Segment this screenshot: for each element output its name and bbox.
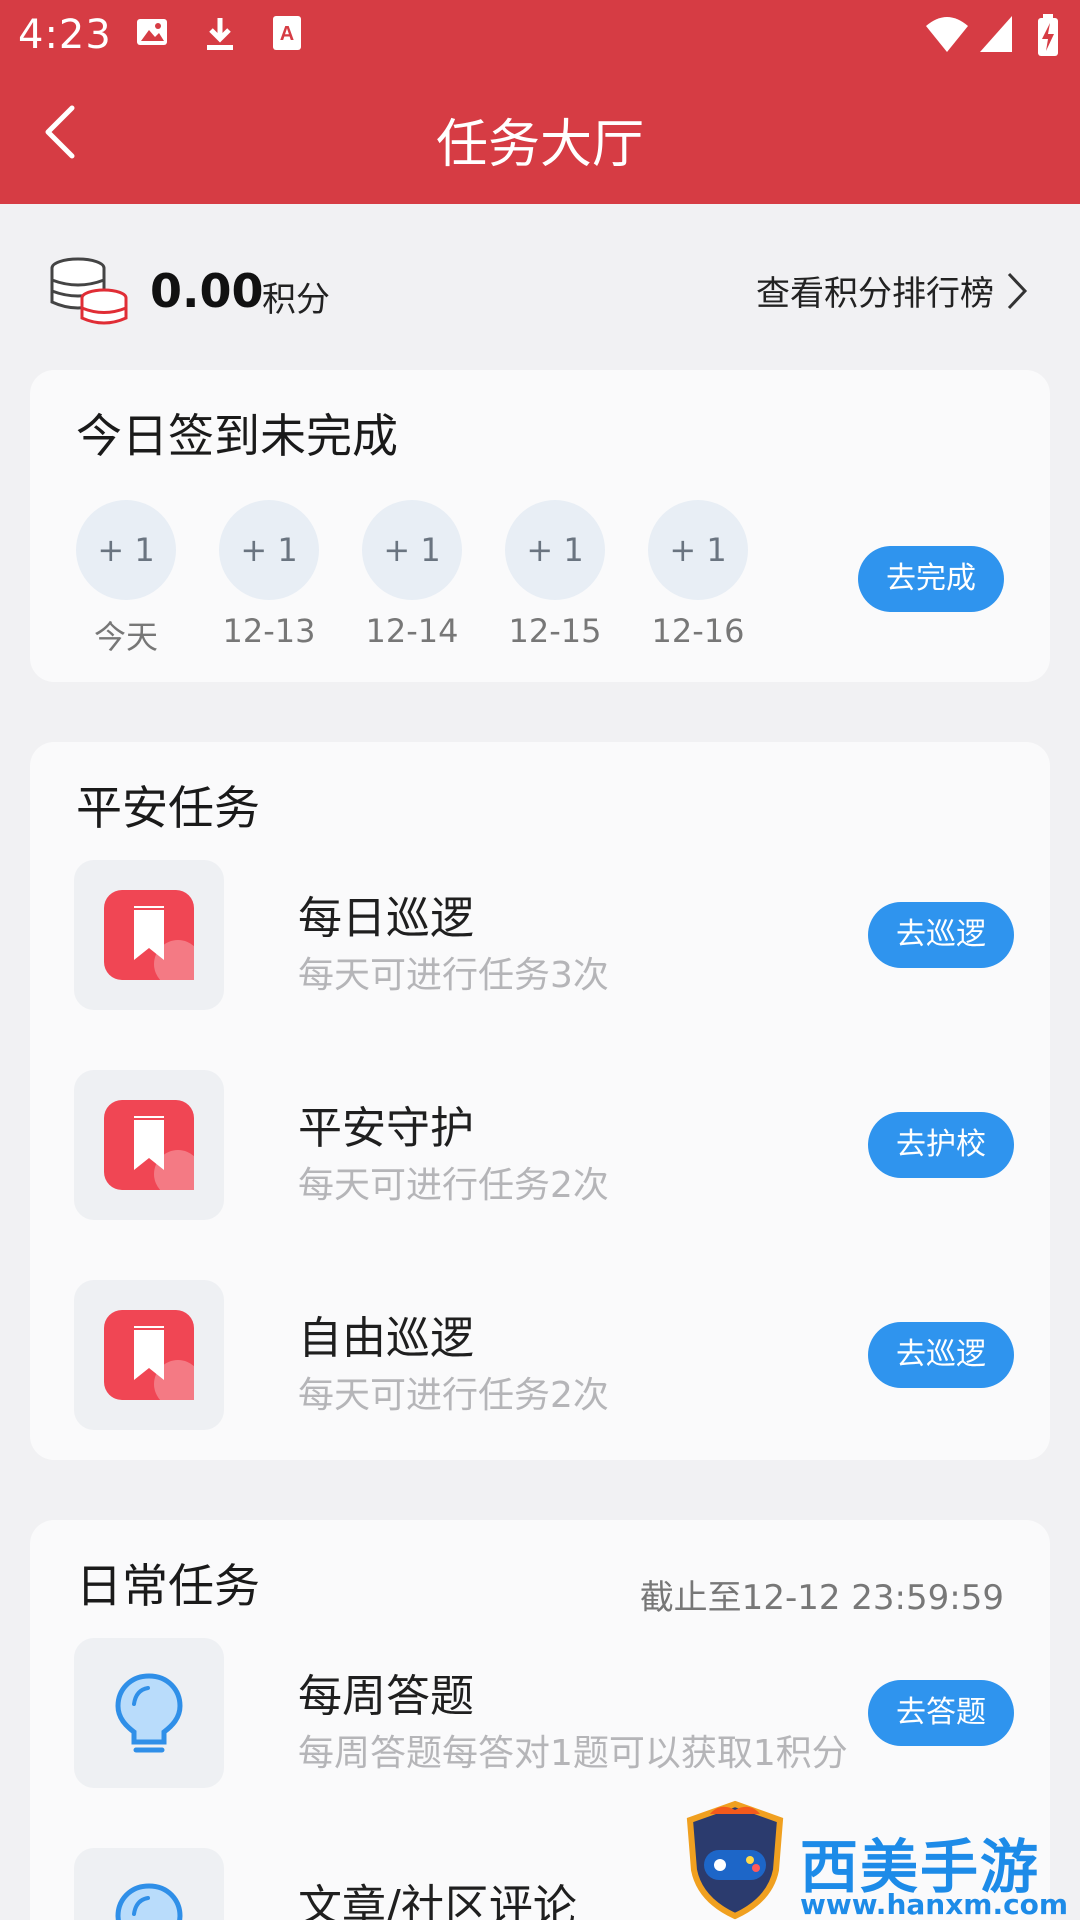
signal-icon [978, 14, 1018, 54]
checkin-day: + 1 12-16 [648, 500, 748, 650]
checkin-card: 今日签到未完成 + 1 今天 + 1 12-13 + 1 12-14 + 1 1… [30, 370, 1050, 682]
task-action-button[interactable]: 去巡逻 [868, 1322, 1014, 1388]
safety-tasks-card: 平安任务 每日巡逻 每天可进行任务3次 去巡逻 平安守护 每天可进行任务2次 去… [30, 742, 1050, 1460]
task-action-button[interactable]: 去巡逻 [868, 902, 1014, 968]
checkin-date: 今天 [93, 618, 158, 656]
image-icon [134, 14, 174, 54]
task-desc: 每周答题每答对1题可以获取1积分 [298, 1733, 848, 1774]
checkin-day: + 1 12-13 [219, 500, 319, 650]
points-summary: 0.00 积分 查看积分排行榜 [0, 204, 1080, 364]
checkin-reward: + 1 [362, 500, 462, 600]
leaderboard-link[interactable]: 查看积分排行榜 [756, 266, 1028, 315]
task-name: 每日巡逻 [298, 893, 474, 944]
task-item: 每周答题 每周答题每答对1题可以获取1积分 去答题 [74, 1638, 1014, 1788]
status-time: 4:23 [18, 12, 112, 58]
lightbulb-icon [74, 1848, 224, 1920]
checkin-date: 12-15 [508, 612, 602, 650]
safety-tasks-title: 平安任务 [76, 781, 260, 835]
task-action-button[interactable]: 去护校 [868, 1112, 1014, 1178]
points-value: 0.00 [150, 264, 264, 318]
checkin-day: + 1 12-14 [362, 500, 462, 650]
checkin-date: 12-14 [365, 612, 459, 650]
task-name: 平安守护 [298, 1103, 474, 1154]
task-name: 每周答题 [298, 1671, 474, 1722]
game-controller-logo-icon [686, 1800, 784, 1920]
wifi-icon [924, 14, 968, 54]
lightbulb-icon [74, 1638, 224, 1788]
points-unit: 积分 [262, 280, 330, 320]
checkin-day: + 1 12-15 [505, 500, 605, 650]
page-title: 任务大厅 [435, 115, 644, 175]
task-name: 自由巡逻 [298, 1313, 474, 1364]
daily-tasks-title: 日常任务 [76, 1559, 260, 1613]
bookmark-icon [74, 1280, 224, 1430]
checkin-reward: + 1 [505, 500, 605, 600]
checkin-day: + 1 今天 [76, 500, 176, 658]
chevron-right-icon [1007, 272, 1028, 309]
checkin-reward: + 1 [648, 500, 748, 600]
watermark: 西美手游网 www.hanxm.com [680, 1800, 1080, 1920]
task-name: 文章/社区评论 [298, 1881, 577, 1920]
task-desc: 每天可进行任务2次 [298, 1375, 609, 1416]
checkin-date: 12-16 [651, 612, 745, 650]
text-recognition-icon: A [270, 14, 310, 54]
task-item: 自由巡逻 每天可进行任务2次 去巡逻 [74, 1280, 1014, 1430]
task-desc: 每天可进行任务2次 [298, 1165, 609, 1206]
leaderboard-label: 查看积分排行榜 [756, 274, 994, 314]
task-desc: 每天可进行任务3次 [298, 955, 609, 996]
task-item: 平安守护 每天可进行任务2次 去护校 [74, 1070, 1014, 1220]
task-action-button[interactable]: 去答题 [868, 1680, 1014, 1746]
app-bar: 任务大厅 [0, 72, 1080, 204]
watermark-url: www.hanxm.com [800, 1888, 1069, 1920]
svg-text:A: A [280, 23, 294, 45]
download-icon [202, 14, 242, 54]
battery-charging-icon [1036, 14, 1076, 56]
bookmark-icon [74, 860, 224, 1010]
task-item: 每日巡逻 每天可进行任务3次 去巡逻 [74, 860, 1014, 1010]
checkin-reward: + 1 [76, 500, 176, 600]
checkin-date: 12-13 [222, 612, 316, 650]
coins-icon [48, 256, 132, 328]
checkin-reward: + 1 [219, 500, 319, 600]
status-bar: 4:23 A [0, 0, 1080, 72]
complete-checkin-button[interactable]: 去完成 [858, 546, 1004, 612]
bookmark-icon [74, 1070, 224, 1220]
checkin-title: 今日签到未完成 [76, 409, 398, 463]
deadline-text: 截止至12-12 23:59:59 [639, 1578, 1004, 1618]
